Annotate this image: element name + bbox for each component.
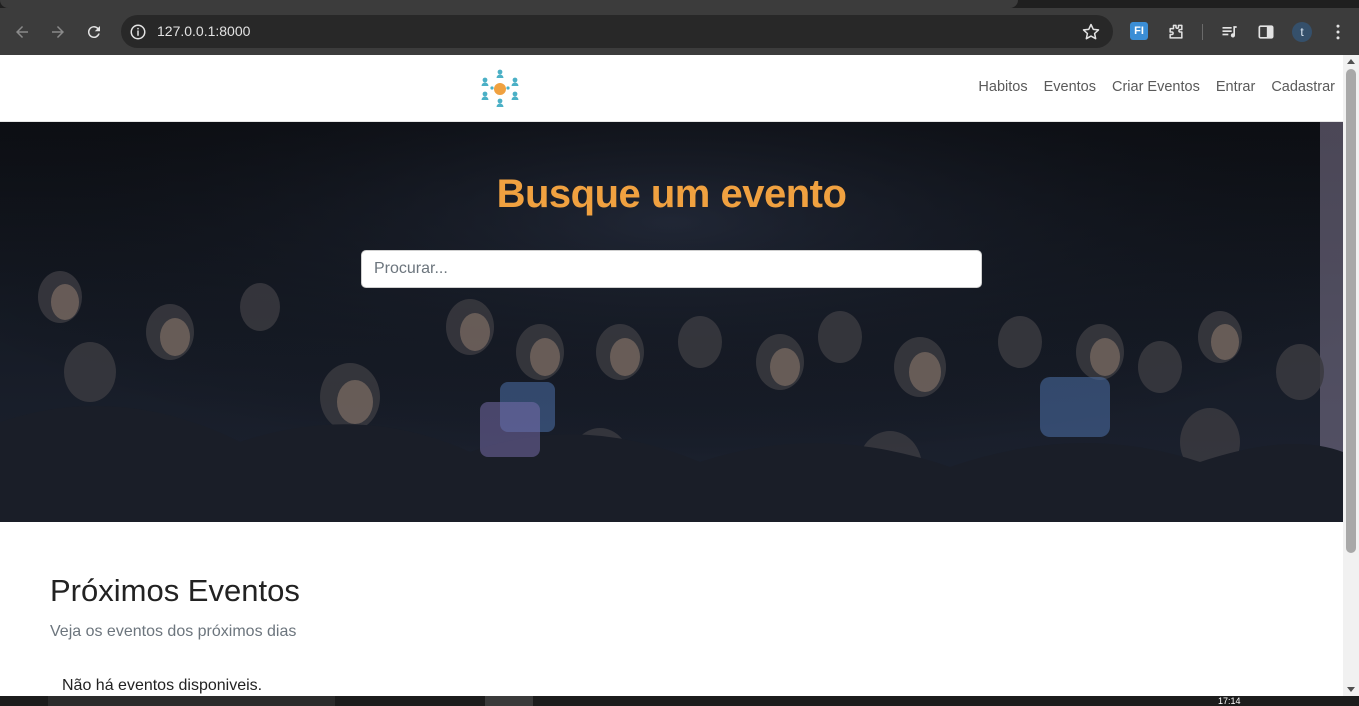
scrollbar-thumb[interactable] — [1346, 69, 1356, 553]
nav-link-habitos[interactable]: Habitos — [978, 79, 1027, 95]
taskbar-active-app[interactable] — [485, 696, 533, 706]
main-menu: Habitos Eventos Criar Eventos Entrar Cad… — [978, 79, 1335, 95]
search-input[interactable] — [361, 250, 982, 288]
extension-fi-icon[interactable]: FI — [1130, 22, 1148, 40]
section-subtitle: Veja os eventos dos próximos dias — [50, 623, 297, 640]
arrow-right-icon — [52, 26, 64, 38]
extensions-puzzle-icon[interactable] — [1165, 21, 1187, 43]
nav-link-entrar[interactable]: Entrar — [1216, 79, 1256, 95]
profile-avatar[interactable]: t — [1292, 22, 1312, 42]
reload-button[interactable] — [82, 20, 106, 44]
browser-toolbar: 127.0.0.1:8000 FI t — [0, 8, 1359, 55]
section-title: Próximos Eventos — [50, 573, 300, 608]
forward-button[interactable] — [46, 20, 70, 44]
nav-link-eventos[interactable]: Eventos — [1044, 79, 1096, 95]
reload-icon — [87, 26, 100, 39]
site-navbar: Habitos Eventos Criar Eventos Entrar Cad… — [0, 55, 1343, 122]
nav-link-criar-eventos[interactable]: Criar Eventos — [1112, 79, 1200, 95]
empty-events-message: Não há eventos disponiveis. — [62, 677, 263, 694]
logo-icon[interactable] — [479, 68, 521, 110]
bookmark-star-icon[interactable] — [1081, 22, 1101, 42]
os-taskbar: 17:14 — [0, 696, 1359, 706]
tab-strip — [0, 0, 1359, 8]
side-panel-icon[interactable] — [1255, 21, 1277, 43]
page-scrollbar[interactable] — [1343, 55, 1359, 696]
arrow-left-icon — [16, 26, 28, 38]
media-queue-icon[interactable] — [1219, 21, 1241, 43]
url-text: 127.0.0.1:8000 — [157, 23, 251, 39]
hero-banner: Busque um evento — [0, 122, 1343, 522]
taskbar-search[interactable] — [48, 696, 335, 706]
page-viewport: Habitos Eventos Criar Eventos Entrar Cad… — [0, 55, 1343, 696]
hero-title: Busque um evento — [496, 172, 847, 216]
back-button[interactable] — [10, 20, 34, 44]
active-tab[interactable] — [0, 0, 1018, 8]
address-bar[interactable]: 127.0.0.1:8000 — [121, 15, 1113, 48]
scroll-down-icon[interactable] — [1347, 687, 1355, 692]
site-info-icon[interactable] — [129, 23, 147, 41]
scroll-up-icon[interactable] — [1347, 59, 1355, 64]
taskbar-clock: 17:14 — [1218, 696, 1241, 706]
nav-link-cadastrar[interactable]: Cadastrar — [1271, 79, 1335, 95]
tab-strip-right — [1135, 0, 1359, 8]
toolbar-separator — [1202, 24, 1203, 40]
more-menu-icon[interactable] — [1327, 21, 1349, 43]
